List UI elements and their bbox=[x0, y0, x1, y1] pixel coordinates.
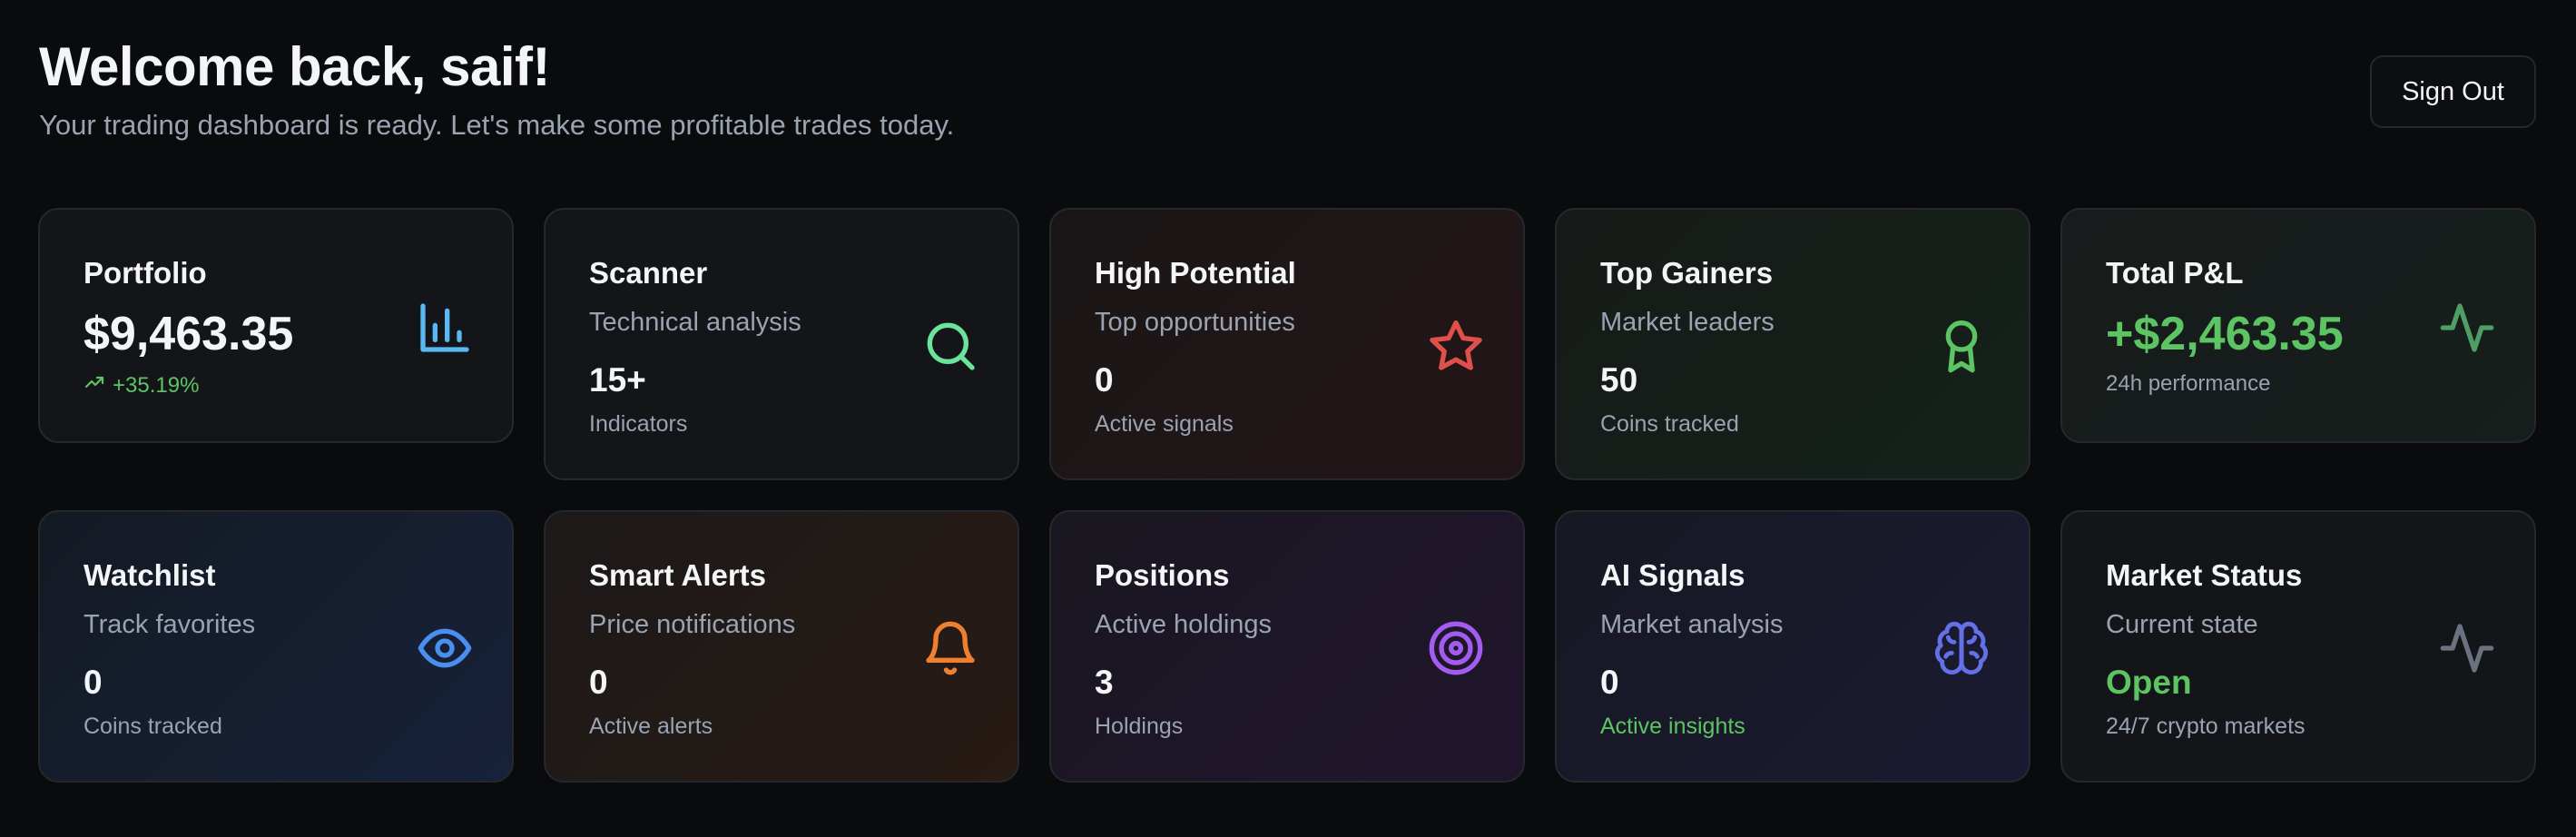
page-title: Welcome back, saif! bbox=[39, 36, 550, 97]
target-icon bbox=[1427, 619, 1485, 677]
bar-chart-icon bbox=[416, 299, 474, 357]
card-title: Portfolio bbox=[84, 256, 207, 290]
market-status-value: Open bbox=[2106, 664, 2192, 701]
page-subtitle: Your trading dashboard is ready. Let's m… bbox=[39, 109, 955, 141]
card-subtitle: Price notifications bbox=[589, 610, 796, 639]
card-value: 3 bbox=[1095, 664, 1114, 701]
card-footer: 24h performance bbox=[2106, 371, 2271, 396]
card-footer: Indicators bbox=[589, 411, 688, 437]
card-footer: Active alerts bbox=[589, 714, 713, 739]
card-footer: Coins tracked bbox=[1600, 411, 1739, 437]
card-footer: Active insights bbox=[1600, 714, 1745, 739]
card-title: Positions bbox=[1095, 558, 1230, 592]
search-icon bbox=[921, 317, 979, 375]
card-subtitle: Top opportunities bbox=[1095, 308, 1295, 337]
card-subtitle: Market leaders bbox=[1600, 308, 1775, 337]
dashboard-grid: Portfolio $9,463.35 +35.19% Scanner Tech… bbox=[38, 208, 2536, 783]
watchlist-card[interactable]: Watchlist Track favorites 0 Coins tracke… bbox=[38, 510, 514, 783]
card-footer: Coins tracked bbox=[84, 714, 222, 739]
card-title: AI Signals bbox=[1600, 558, 1745, 592]
card-subtitle: Track favorites bbox=[84, 610, 256, 639]
trending-up-icon bbox=[84, 371, 105, 399]
card-title: Smart Alerts bbox=[589, 558, 767, 592]
card-title: Market Status bbox=[2106, 558, 2303, 592]
page-header: Welcome back, saif! Your trading dashboa… bbox=[39, 33, 954, 143]
card-value: 0 bbox=[84, 664, 103, 701]
brain-icon bbox=[1932, 619, 1991, 677]
card-title: High Potential bbox=[1095, 256, 1296, 290]
ai-signals-card[interactable]: AI Signals Market analysis 0 Active insi… bbox=[1555, 510, 2030, 783]
card-subtitle: Active holdings bbox=[1095, 610, 1273, 639]
card-subtitle: Current state bbox=[2106, 610, 2258, 639]
award-icon bbox=[1932, 317, 1991, 375]
top-gainers-card[interactable]: Top Gainers Market leaders 50 Coins trac… bbox=[1555, 208, 2030, 480]
activity-icon bbox=[2438, 299, 2496, 357]
portfolio-change-value: +35.19% bbox=[113, 372, 200, 398]
high-potential-card[interactable]: High Potential Top opportunities 0 Activ… bbox=[1049, 208, 1525, 480]
card-value: 50 bbox=[1600, 361, 1638, 399]
card-title: Watchlist bbox=[84, 558, 216, 592]
sign-out-button[interactable]: Sign Out bbox=[2370, 55, 2536, 128]
pnl-value: +$2,463.35 bbox=[2106, 308, 2344, 360]
activity-icon bbox=[2438, 619, 2496, 677]
bell-icon bbox=[921, 619, 979, 677]
card-value: 0 bbox=[589, 664, 608, 701]
card-footer: Active signals bbox=[1095, 411, 1234, 437]
card-title: Top Gainers bbox=[1600, 256, 1774, 290]
smart-alerts-card[interactable]: Smart Alerts Price notifications 0 Activ… bbox=[544, 510, 1019, 783]
card-subtitle: Market analysis bbox=[1600, 610, 1784, 639]
eye-icon bbox=[416, 619, 474, 677]
card-title: Scanner bbox=[589, 256, 708, 290]
card-value: 0 bbox=[1095, 361, 1114, 399]
card-footer: Holdings bbox=[1095, 714, 1184, 739]
star-icon bbox=[1427, 317, 1485, 375]
portfolio-value: $9,463.35 bbox=[84, 308, 294, 360]
total-pnl-card[interactable]: Total P&L +$2,463.35 24h performance bbox=[2060, 208, 2536, 443]
card-value: 0 bbox=[1600, 664, 1619, 701]
card-footer: 24/7 crypto markets bbox=[2106, 714, 2306, 739]
portfolio-change: +35.19% bbox=[84, 371, 199, 399]
positions-card[interactable]: Positions Active holdings 3 Holdings bbox=[1049, 510, 1525, 783]
card-title: Total P&L bbox=[2106, 256, 2244, 290]
card-subtitle: Technical analysis bbox=[589, 308, 801, 337]
card-value: 15+ bbox=[589, 361, 646, 399]
portfolio-card[interactable]: Portfolio $9,463.35 +35.19% bbox=[38, 208, 514, 443]
scanner-card[interactable]: Scanner Technical analysis 15+ Indicator… bbox=[544, 208, 1019, 480]
market-status-card[interactable]: Market Status Current state Open 24/7 cr… bbox=[2060, 510, 2536, 783]
